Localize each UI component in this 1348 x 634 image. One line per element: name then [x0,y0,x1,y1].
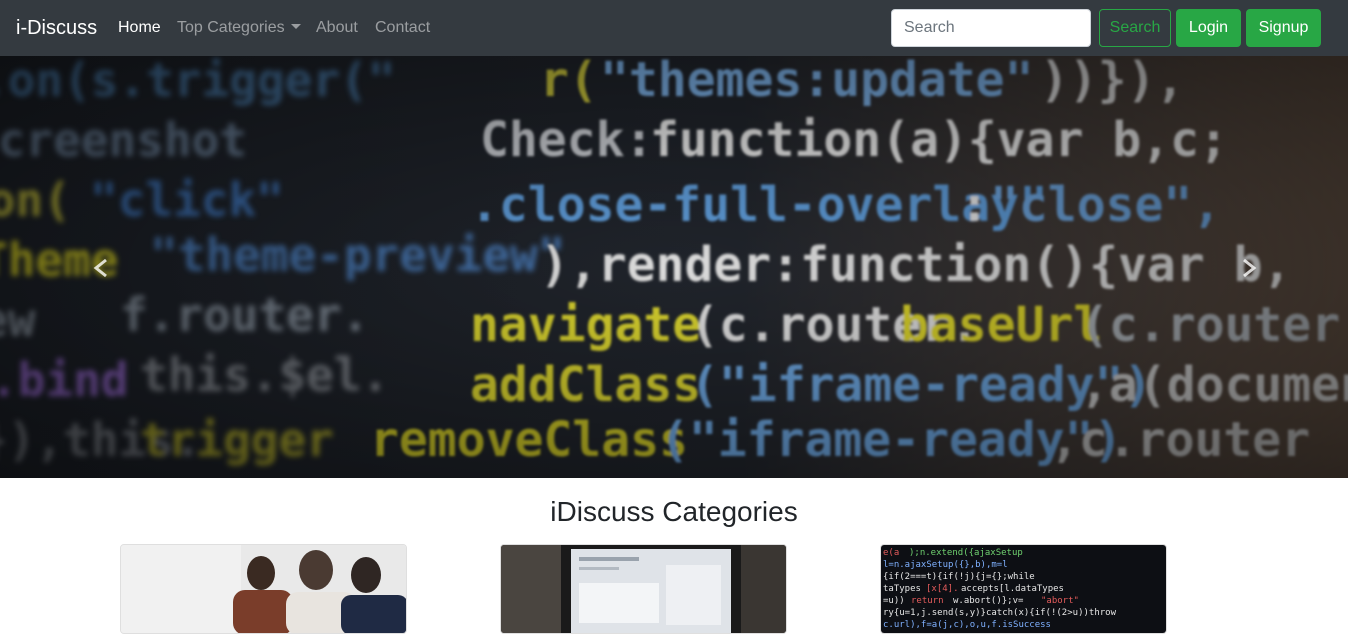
svg-text:return: return [911,596,944,606]
caret-down-icon [290,24,301,29]
svg-text:=u)): =u)) [883,596,905,606]
people-discussing-image [121,545,406,633]
nav-top-categories-label: Top Categories [177,19,285,36]
carousel-code-image: .on(s.trigger(" Screenshot .on( "click" … [0,56,1348,478]
category-card[interactable] [120,544,407,634]
navbar: i-Discuss Home Top Categories About Cont… [0,0,1348,56]
nav-about-link[interactable]: About [316,18,358,38]
category-card[interactable] [500,544,787,634]
nav-contact-link[interactable]: Contact [375,18,430,38]
laptop-dashboard-image [501,545,786,633]
svg-text:taTypes: taTypes [883,584,921,594]
nav-top-categories-dropdown[interactable]: Top Categories [177,18,301,38]
svg-text:c.url),f=a(j,c),o,u,f.isSucces: c.url),f=a(j,c),o,u,f.isSuccess [883,620,1051,630]
search-input[interactable] [891,9,1091,47]
code-screen-image: e(a );n.extend({ajaxSetup l=n.ajaxSetup({… [881,545,1166,633]
svg-text:e(a: e(a [883,548,899,558]
login-button[interactable]: Login [1176,9,1241,47]
svg-text:w.abort()};v=: w.abort()};v= [953,596,1024,606]
svg-text:{if(2===t){if(!j){j={};while: {if(2===t){if(!j){j={};while [883,572,1035,582]
svg-text:[x[4].: [x[4]. [926,584,959,594]
carousel-next-icon[interactable] [1228,256,1268,280]
svg-text:l=n.ajaxSetup({},b),m=l: l=n.ajaxSetup({},b),m=l [883,560,1008,570]
search-button[interactable]: Search [1099,9,1171,47]
carousel-prev-icon[interactable] [82,256,122,280]
svg-text:"abort": "abort" [1041,596,1079,606]
category-card[interactable]: e(a );n.extend({ajaxSetup l=n.ajaxSetup({… [880,544,1167,634]
svg-text:ry{u=1,j.send(s,y)}catch(x){if: ry{u=1,j.send(s,y)}catch(x){if(!(2>u))th… [883,608,1117,618]
hero-carousel: .on(s.trigger(" Screenshot .on( "click" … [0,56,1348,478]
brand-link[interactable]: i-Discuss [16,16,97,40]
nav-home-link[interactable]: Home [118,18,161,38]
categories-title: iDiscuss Categories [550,496,798,527]
svg-text:accepts[l.dataTypes: accepts[l.dataTypes [961,584,1064,594]
svg-text:);n.extend({ajaxSetup: );n.extend({ajaxSetup [909,548,1023,558]
signup-button[interactable]: Signup [1246,9,1321,47]
